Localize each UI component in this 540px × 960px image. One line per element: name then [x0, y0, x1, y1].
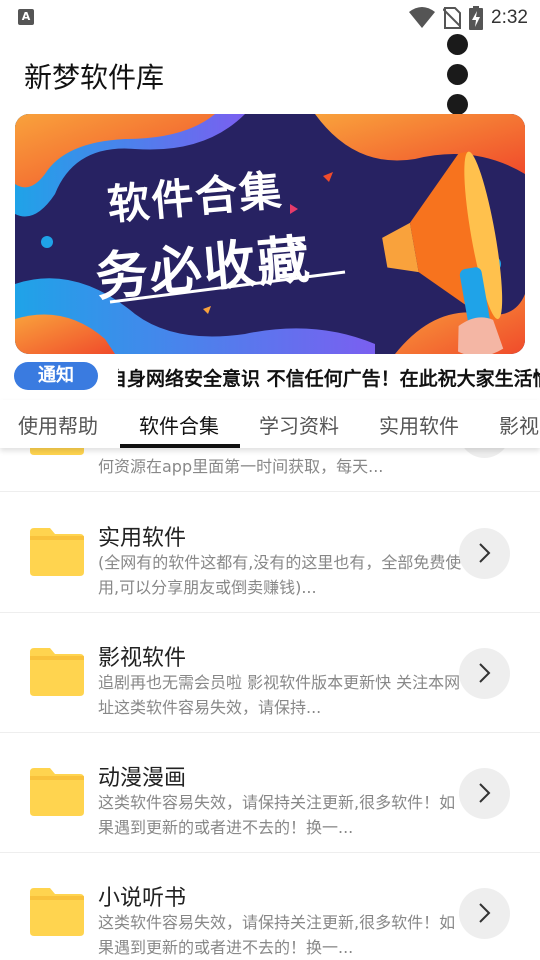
overflow-menu-icon[interactable]: [447, 34, 469, 115]
chevron-right-icon: [479, 903, 491, 923]
open-item-button[interactable]: [459, 768, 510, 819]
folder-icon: [30, 528, 84, 576]
battery-charging-icon: [469, 6, 484, 30]
list-item[interactable]: 影视软件 追剧再也无需会员啦 影视软件版本更新快 关注本网址这类软件容易失效，请…: [0, 612, 540, 733]
open-item-button[interactable]: [459, 648, 510, 699]
wifi-icon: [409, 7, 436, 28]
list-item-title: 实用软件: [98, 526, 187, 551]
folder-icon: [30, 768, 84, 816]
app-title: 新梦软件库: [24, 61, 165, 94]
notice-text: 提高自身网络安全意识 不信任何广告！在此祝大家生活愉快: [118, 368, 540, 390]
list-item-desc: 追剧再也无需会员啦 影视软件版本更新快 关注本网址这类软件容易失效，请保持...: [98, 673, 461, 717]
folder-icon: [30, 888, 84, 936]
category-tabs: 使用帮助 软件合集 学习资料 实用软件 影视: [0, 400, 540, 448]
list-item[interactable]: 动漫漫画 这类软件容易失效，请保持关注更新,很多软件！如果遇到更新的或者进不去的…: [0, 732, 540, 853]
list-item-desc: 这类软件容易失效，请保持关注更新,很多软件！如果遇到更新的或者进不去的！换一..…: [98, 793, 456, 837]
tab-software-collection[interactable]: 软件合集: [139, 410, 219, 439]
list-item-title: 影视软件: [98, 646, 187, 671]
list-item-desc: 这类软件容易失效，请保持关注更新,很多软件！如果遇到更新的或者进不去的！换一..…: [98, 913, 456, 957]
chevron-right-icon: [479, 663, 491, 683]
list-item[interactable]: 实用软件 (全网有的软件这都有,没有的这里也有，全部免费使用,可以分享朋友或倒卖…: [0, 492, 540, 613]
open-item-button[interactable]: [459, 528, 510, 579]
list-item-desc: (全网有的软件这都有,没有的这里也有，全部免费使用,可以分享朋友或倒卖赚钱)..…: [98, 553, 462, 597]
notice-badge: 通知: [14, 362, 98, 390]
list-item[interactable]: 小说听书 这类软件容易失效，请保持关注更新,很多软件！如果遇到更新的或者进不去的…: [0, 852, 540, 960]
status-bar: A 2:32: [0, 0, 540, 36]
open-item-button[interactable]: [459, 888, 510, 939]
list-item-title: 小说听书: [98, 886, 187, 911]
list-item[interactable]: 何资源在app里面第一时间获取，每天...: [0, 448, 540, 492]
folder-icon: [30, 448, 84, 455]
app-notification-icon: A: [18, 9, 34, 25]
active-tab-indicator: [120, 444, 240, 448]
software-list: 何资源在app里面第一时间获取，每天... 实用软件 (全网有的软件这都有,没有…: [0, 448, 540, 960]
notice-bar: 通知 提高自身网络安全意识 不信任何广告！在此祝大家生活愉快: [0, 358, 540, 394]
list-item-title: 动漫漫画: [98, 766, 187, 791]
chevron-right-icon: [479, 543, 491, 563]
tab-learning-materials[interactable]: 学习资料: [259, 410, 339, 439]
list-item-desc: 何资源在app里面第一时间获取，每天...: [98, 457, 384, 476]
tab-video[interactable]: 影视: [499, 410, 539, 439]
tab-utility-software[interactable]: 实用软件: [379, 410, 459, 439]
chevron-right-icon: [479, 783, 491, 803]
promo-banner[interactable]: 软件合集 务必收藏: [15, 114, 525, 354]
no-sim-icon: [443, 7, 462, 29]
clock: 2:32: [491, 7, 528, 28]
tab-help[interactable]: 使用帮助: [18, 410, 98, 439]
folder-icon: [30, 648, 84, 696]
